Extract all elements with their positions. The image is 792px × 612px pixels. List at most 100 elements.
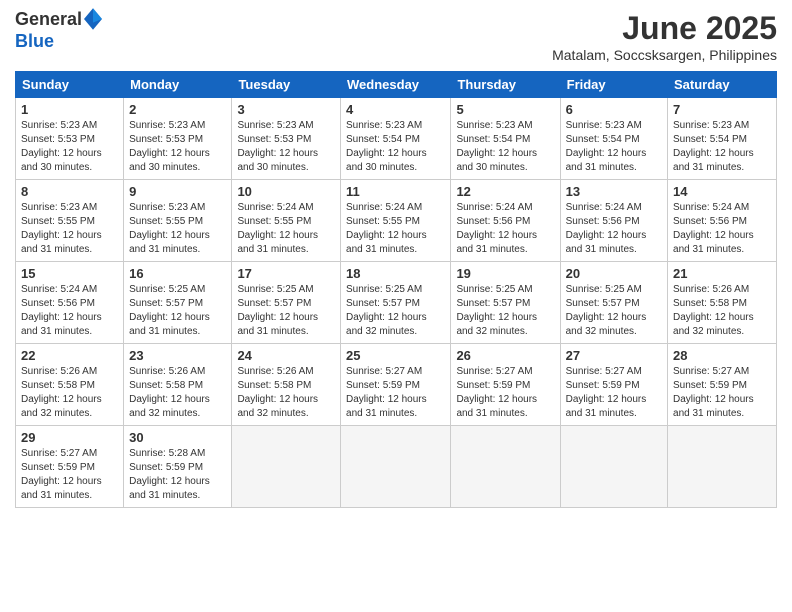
day-info: Sunrise: 5:23 AM Sunset: 5:53 PM Dayligh… [237,119,335,175]
calendar-day-1: 1 Sunrise: 5:23 AM Sunset: 5:53 PM Dayli… [16,98,124,180]
day-number: 29 [21,430,118,445]
day-number: 12 [456,184,554,199]
calendar-day-28: 28 Sunrise: 5:27 AM Sunset: 5:59 PM Dayl… [668,344,777,426]
calendar-day-21: 21 Sunrise: 5:26 AM Sunset: 5:58 PM Dayl… [668,262,777,344]
empty-cell [560,426,667,508]
day-info: Sunrise: 5:25 AM Sunset: 5:57 PM Dayligh… [346,283,445,339]
day-info: Sunrise: 5:23 AM Sunset: 5:53 PM Dayligh… [21,119,118,175]
col-saturday: Saturday [668,72,777,98]
day-info: Sunrise: 5:25 AM Sunset: 5:57 PM Dayligh… [456,283,554,339]
day-number: 15 [21,266,118,281]
day-info: Sunrise: 5:27 AM Sunset: 5:59 PM Dayligh… [566,365,662,421]
day-number: 23 [129,348,226,363]
day-number: 3 [237,102,335,117]
day-info: Sunrise: 5:26 AM Sunset: 5:58 PM Dayligh… [21,365,118,421]
calendar-day-9: 9 Sunrise: 5:23 AM Sunset: 5:55 PM Dayli… [124,180,232,262]
day-info: Sunrise: 5:27 AM Sunset: 5:59 PM Dayligh… [456,365,554,421]
day-info: Sunrise: 5:23 AM Sunset: 5:54 PM Dayligh… [456,119,554,175]
day-info: Sunrise: 5:24 AM Sunset: 5:56 PM Dayligh… [456,201,554,257]
empty-cell [451,426,560,508]
location-title: Matalam, Soccsksargen, Philippines [552,47,777,63]
day-info: Sunrise: 5:23 AM Sunset: 5:54 PM Dayligh… [346,119,445,175]
col-monday: Monday [124,72,232,98]
calendar-day-12: 12 Sunrise: 5:24 AM Sunset: 5:56 PM Dayl… [451,180,560,262]
logo: General Blue [15,10,102,52]
day-info: Sunrise: 5:24 AM Sunset: 5:56 PM Dayligh… [566,201,662,257]
day-number: 21 [673,266,771,281]
day-info: Sunrise: 5:24 AM Sunset: 5:56 PM Dayligh… [21,283,118,339]
day-number: 14 [673,184,771,199]
day-number: 28 [673,348,771,363]
day-number: 19 [456,266,554,281]
calendar-day-24: 24 Sunrise: 5:26 AM Sunset: 5:58 PM Dayl… [232,344,341,426]
day-number: 9 [129,184,226,199]
day-info: Sunrise: 5:23 AM Sunset: 5:54 PM Dayligh… [566,119,662,175]
day-number: 2 [129,102,226,117]
calendar-day-19: 19 Sunrise: 5:25 AM Sunset: 5:57 PM Dayl… [451,262,560,344]
empty-cell [341,426,451,508]
col-sunday: Sunday [16,72,124,98]
day-info: Sunrise: 5:26 AM Sunset: 5:58 PM Dayligh… [673,283,771,339]
day-number: 5 [456,102,554,117]
calendar-day-18: 18 Sunrise: 5:25 AM Sunset: 5:57 PM Dayl… [341,262,451,344]
day-number: 22 [21,348,118,363]
day-number: 1 [21,102,118,117]
calendar-day-26: 26 Sunrise: 5:27 AM Sunset: 5:59 PM Dayl… [451,344,560,426]
title-area: June 2025 Matalam, Soccsksargen, Philipp… [552,10,777,63]
day-info: Sunrise: 5:28 AM Sunset: 5:59 PM Dayligh… [129,447,226,503]
day-info: Sunrise: 5:23 AM Sunset: 5:54 PM Dayligh… [673,119,771,175]
day-info: Sunrise: 5:26 AM Sunset: 5:58 PM Dayligh… [237,365,335,421]
calendar-table: Sunday Monday Tuesday Wednesday Thursday… [15,71,777,508]
day-number: 24 [237,348,335,363]
month-title: June 2025 [552,10,777,47]
empty-cell [232,426,341,508]
day-number: 13 [566,184,662,199]
calendar-day-29: 29 Sunrise: 5:27 AM Sunset: 5:59 PM Dayl… [16,426,124,508]
day-info: Sunrise: 5:23 AM Sunset: 5:55 PM Dayligh… [129,201,226,257]
logo-general: General [15,10,102,32]
calendar-day-22: 22 Sunrise: 5:26 AM Sunset: 5:58 PM Dayl… [16,344,124,426]
day-number: 26 [456,348,554,363]
day-number: 6 [566,102,662,117]
day-number: 25 [346,348,445,363]
col-thursday: Thursday [451,72,560,98]
calendar-day-13: 13 Sunrise: 5:24 AM Sunset: 5:56 PM Dayl… [560,180,667,262]
day-number: 16 [129,266,226,281]
day-number: 7 [673,102,771,117]
calendar-day-27: 27 Sunrise: 5:27 AM Sunset: 5:59 PM Dayl… [560,344,667,426]
day-number: 30 [129,430,226,445]
calendar-day-11: 11 Sunrise: 5:24 AM Sunset: 5:55 PM Dayl… [341,180,451,262]
header: General Blue June 2025 Matalam, Soccsksa… [15,10,777,63]
day-info: Sunrise: 5:23 AM Sunset: 5:53 PM Dayligh… [129,119,226,175]
day-info: Sunrise: 5:25 AM Sunset: 5:57 PM Dayligh… [237,283,335,339]
day-info: Sunrise: 5:26 AM Sunset: 5:58 PM Dayligh… [129,365,226,421]
day-number: 27 [566,348,662,363]
calendar-day-14: 14 Sunrise: 5:24 AM Sunset: 5:56 PM Dayl… [668,180,777,262]
day-number: 20 [566,266,662,281]
day-number: 18 [346,266,445,281]
calendar-day-10: 10 Sunrise: 5:24 AM Sunset: 5:55 PM Dayl… [232,180,341,262]
day-number: 17 [237,266,335,281]
day-info: Sunrise: 5:27 AM Sunset: 5:59 PM Dayligh… [346,365,445,421]
calendar-day-4: 4 Sunrise: 5:23 AM Sunset: 5:54 PM Dayli… [341,98,451,180]
day-info: Sunrise: 5:24 AM Sunset: 5:55 PM Dayligh… [346,201,445,257]
day-info: Sunrise: 5:27 AM Sunset: 5:59 PM Dayligh… [673,365,771,421]
col-friday: Friday [560,72,667,98]
calendar-day-16: 16 Sunrise: 5:25 AM Sunset: 5:57 PM Dayl… [124,262,232,344]
calendar-day-15: 15 Sunrise: 5:24 AM Sunset: 5:56 PM Dayl… [16,262,124,344]
calendar-day-3: 3 Sunrise: 5:23 AM Sunset: 5:53 PM Dayli… [232,98,341,180]
empty-cell [668,426,777,508]
col-tuesday: Tuesday [232,72,341,98]
calendar-day-7: 7 Sunrise: 5:23 AM Sunset: 5:54 PM Dayli… [668,98,777,180]
day-info: Sunrise: 5:24 AM Sunset: 5:55 PM Dayligh… [237,201,335,257]
calendar-day-8: 8 Sunrise: 5:23 AM Sunset: 5:55 PM Dayli… [16,180,124,262]
day-number: 10 [237,184,335,199]
calendar-day-20: 20 Sunrise: 5:25 AM Sunset: 5:57 PM Dayl… [560,262,667,344]
day-number: 11 [346,184,445,199]
calendar-day-2: 2 Sunrise: 5:23 AM Sunset: 5:53 PM Dayli… [124,98,232,180]
day-info: Sunrise: 5:25 AM Sunset: 5:57 PM Dayligh… [129,283,226,339]
calendar-day-23: 23 Sunrise: 5:26 AM Sunset: 5:58 PM Dayl… [124,344,232,426]
calendar-day-30: 30 Sunrise: 5:28 AM Sunset: 5:59 PM Dayl… [124,426,232,508]
day-info: Sunrise: 5:27 AM Sunset: 5:59 PM Dayligh… [21,447,118,503]
day-number: 4 [346,102,445,117]
